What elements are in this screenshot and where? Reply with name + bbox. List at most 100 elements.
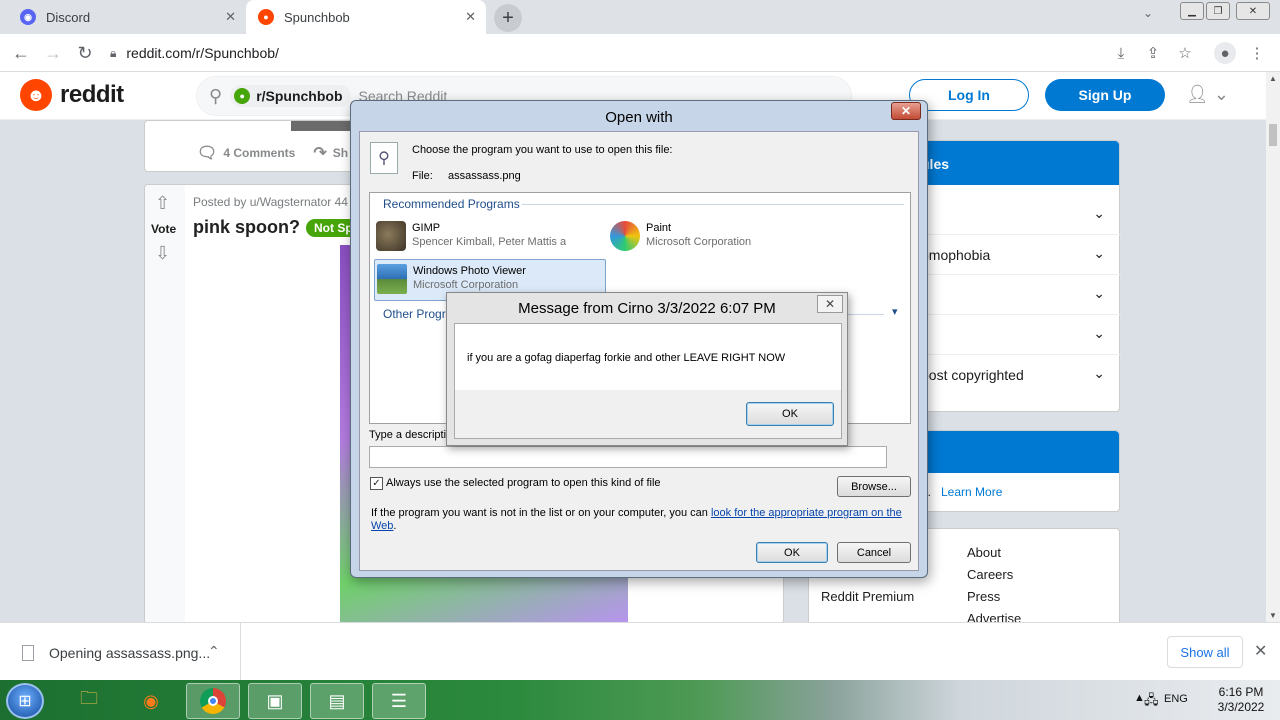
dialog-close-button[interactable]: ✕ — [891, 102, 921, 120]
tab-spunchbob[interactable]: ● Spunchbob ✕ — [246, 0, 486, 34]
install-icon[interactable]: ⤓ — [1110, 42, 1132, 64]
description-label: Type a descriptio — [369, 429, 453, 441]
message-window-taskbar-icon[interactable]: ▤ — [310, 683, 364, 719]
url-field[interactable]: 🔒︎ reddit.com/r/Spunchbob/ — [110, 38, 1110, 68]
file-icon — [22, 645, 34, 661]
post-title[interactable]: pink spoon? — [193, 217, 300, 238]
address-bar-row: ← → ↻ 🔒︎ reddit.com/r/Spunchbob/ ⤓ ⇪ ☆ ●… — [0, 34, 1280, 72]
discord-icon: ◉ — [20, 9, 36, 25]
clock[interactable]: 6:16 PM 3/3/2022 — [1206, 685, 1276, 715]
dialog-title: Open with — [605, 109, 673, 126]
close-downloads-icon[interactable]: ✕ — [1254, 641, 1267, 661]
always-use-label[interactable]: Always use the selected program to open … — [386, 477, 661, 489]
vote-column: ⇧ Vote ⇩ — [145, 185, 185, 623]
download-divider — [240, 623, 241, 681]
chrome-icon[interactable] — [186, 683, 240, 719]
close-tab-icon[interactable]: ✕ — [465, 9, 476, 25]
reddit-premium-link[interactable]: Reddit Premium — [821, 589, 914, 604]
description-input[interactable] — [369, 446, 887, 468]
community-chip-label: r/Spunchbob — [256, 88, 343, 104]
message-ok-button[interactable]: OK — [746, 402, 834, 426]
profile-icon[interactable]: ● — [1214, 42, 1236, 64]
help-prefix: If the program you want is not in the li… — [371, 507, 711, 519]
menu-kebab-icon[interactable]: ⋮ — [1246, 42, 1268, 64]
message-text: if you are a gofag diaperfag forkie and … — [467, 352, 786, 364]
file-label: File: — [412, 170, 433, 182]
rule-text: post copyrighted — [921, 367, 1024, 383]
downvote-icon[interactable]: ⇩ — [155, 243, 170, 264]
vote-label: Vote — [151, 222, 177, 236]
chrome-logo-center — [208, 696, 218, 706]
gimp-icon — [376, 221, 406, 251]
footer-link-about[interactable]: About — [967, 545, 1001, 560]
chevron-up-icon[interactable]: ⌃ — [208, 643, 220, 660]
file-name: assassass.png — [448, 170, 521, 182]
bookmark-star-icon[interactable]: ☆ — [1174, 42, 1196, 64]
program-name: GIMP — [412, 222, 441, 234]
reload-icon[interactable]: ↻ — [74, 42, 96, 64]
browse-button[interactable]: Browse... — [837, 476, 911, 497]
snoo-icon: ☻ — [20, 79, 52, 111]
cancel-button[interactable]: Cancel — [837, 542, 911, 563]
message-dialog: Message from Cirno 3/3/2022 6:07 PM ✕ if… — [446, 292, 848, 446]
url-text: reddit.com/r/Spunchbob/ — [126, 45, 279, 61]
message-body: if you are a gofag diaperfag forkie and … — [454, 323, 842, 439]
comment-icon: 🗨︎ — [197, 145, 218, 162]
ok-button[interactable]: OK — [756, 542, 828, 563]
post-title-row[interactable]: pink spoon? Not Spu — [193, 217, 368, 238]
scroll-up-icon[interactable]: ▲ — [1269, 74, 1277, 83]
message-footer: OK — [455, 390, 841, 438]
browser-tab-bar: ◉ Discord ✕ ● Spunchbob ✕ + ⌄ ▁ ❐ ✕ — [0, 0, 1280, 34]
program-gimp[interactable]: GIMP Spencer Kimball, Peter Mattis a — [374, 217, 606, 257]
new-tab-button[interactable]: + — [494, 4, 522, 32]
maximize-button[interactable]: ❐ — [1206, 2, 1230, 20]
tab-search-chevron-icon[interactable]: ⌄ — [1143, 6, 1153, 20]
message-close-button[interactable]: ✕ — [817, 295, 843, 313]
tab-label: Spunchbob — [284, 9, 350, 25]
lock-icon: 🔒︎ — [110, 45, 117, 60]
comments-label: 4 Comments — [223, 146, 296, 160]
close-window-button[interactable]: ✕ — [1236, 2, 1270, 20]
scroll-thumb[interactable] — [1269, 124, 1277, 146]
share-arrow-icon[interactable]: ↷ — [313, 143, 326, 163]
program-paint[interactable]: Paint Microsoft Corporation — [608, 217, 840, 257]
always-use-checkbox[interactable]: ✓ — [370, 477, 383, 490]
signup-button[interactable]: Sign Up — [1045, 79, 1165, 111]
tab-label: Discord — [46, 9, 91, 25]
download-item-label[interactable]: Opening assassass.png... — [49, 645, 210, 661]
expand-chevron-icon[interactable]: ▾ — [892, 305, 898, 318]
share-icon[interactable]: ⇪ — [1142, 42, 1164, 64]
reddit-wordmark: reddit — [60, 81, 124, 108]
downloads-bar: Opening assassass.png... ⌃ — [0, 622, 1280, 681]
post-meta[interactable]: Posted by u/Wagsternator 44 — [193, 195, 348, 209]
minimize-button[interactable]: ▁ — [1180, 2, 1204, 20]
user-menu-icon[interactable]: 👤︎ ⌄ — [1186, 84, 1229, 105]
footer-link-careers[interactable]: Careers — [967, 567, 1013, 582]
start-button[interactable]: ⊞ — [6, 683, 44, 719]
language-indicator[interactable]: ENG — [1164, 693, 1188, 705]
community-chip[interactable]: ● r/Spunchbob — [230, 85, 351, 107]
reddit-logo[interactable]: ☻ reddit — [20, 79, 124, 111]
footer-link-press[interactable]: Press — [967, 589, 1000, 604]
scroll-down-icon[interactable]: ▼ — [1269, 611, 1277, 620]
close-tab-icon[interactable]: ✕ — [225, 9, 236, 25]
chrome-logo — [200, 688, 226, 714]
firefox-icon[interactable]: ◉ — [124, 683, 178, 719]
upvote-icon[interactable]: ⇧ — [155, 193, 170, 214]
network-icon[interactable]: 🖧︎ — [1144, 691, 1159, 713]
photo-viewer-taskbar-icon[interactable]: ▣ — [248, 683, 302, 719]
tab-discord[interactable]: ◉ Discord ✕ — [8, 0, 246, 34]
program-company: Microsoft Corporation — [646, 236, 752, 248]
other-programs-label: Other Progra — [383, 307, 453, 321]
task-window-taskbar-icon[interactable]: ☰ — [372, 683, 426, 719]
comments-button[interactable]: 🗨︎ 4 Comments ↷ Sh — [197, 143, 348, 163]
show-all-button[interactable]: Show all — [1167, 636, 1243, 668]
page-scrollbar[interactable]: ▲ ▼ — [1266, 72, 1280, 622]
learn-more-link[interactable]: Learn More — [941, 485, 1002, 499]
back-icon[interactable]: ← — [10, 42, 32, 64]
file-explorer-icon[interactable]: 🗀︎ — [62, 683, 116, 719]
reddit-icon: ● — [258, 9, 274, 25]
instruction-text: Choose the program you want to use to op… — [412, 144, 673, 156]
forward-icon[interactable]: → — [42, 42, 64, 64]
search-icon: ⚲ — [209, 85, 223, 106]
